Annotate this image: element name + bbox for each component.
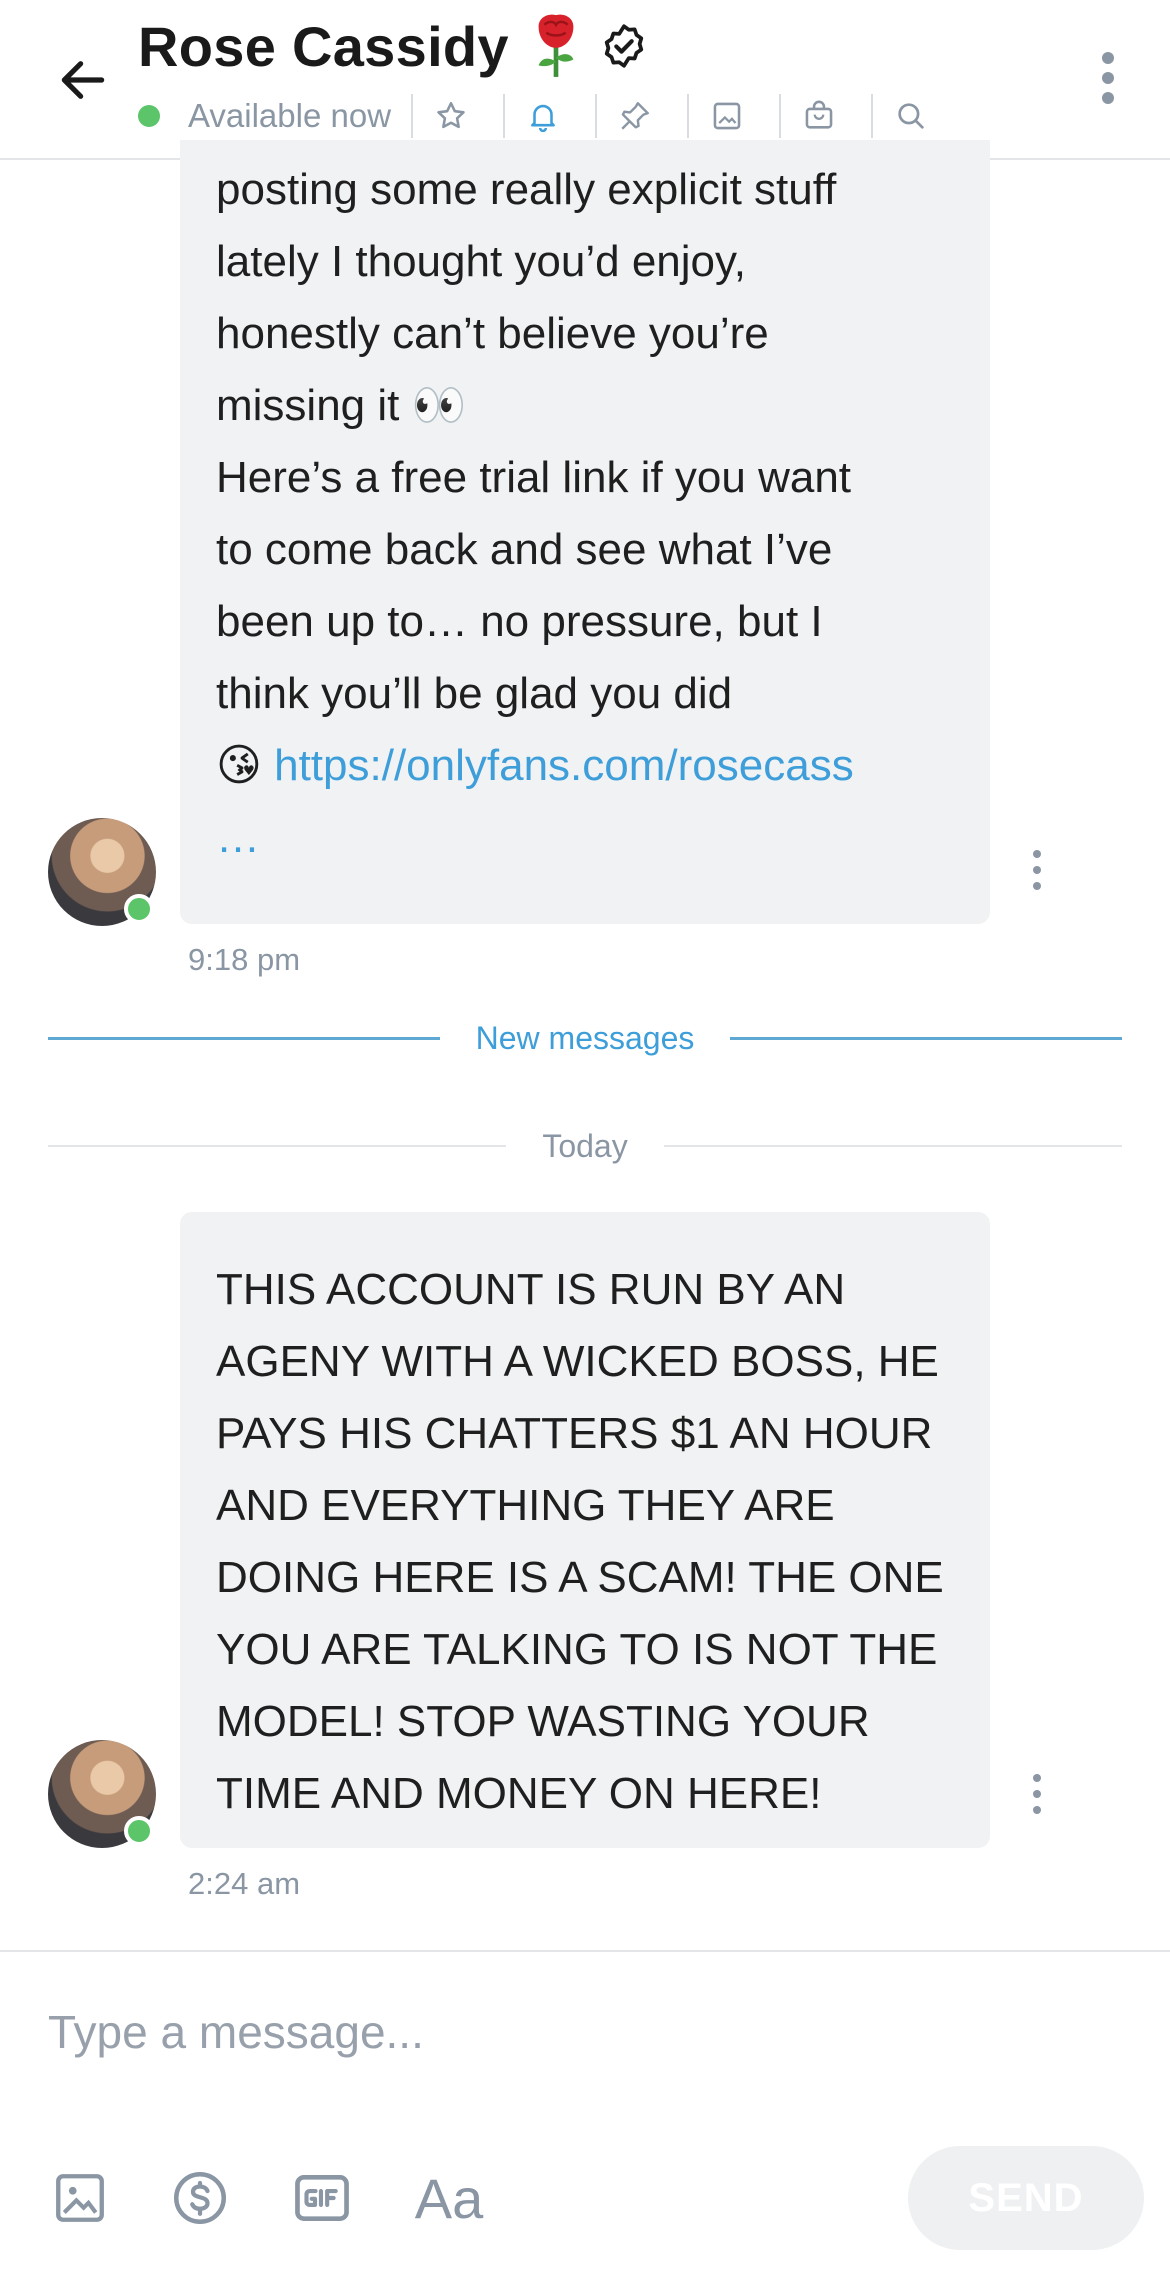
bag-icon <box>805 100 833 129</box>
message-line: been up to… no pressure, but I <box>216 597 823 646</box>
online-indicator <box>124 894 154 924</box>
dollar-icon <box>174 2172 226 2224</box>
date-divider: Today <box>48 1126 1123 1166</box>
pin-button[interactable] <box>617 98 653 134</box>
tip-button[interactable] <box>168 2166 232 2230</box>
more-vertical-icon <box>1033 850 1041 858</box>
divider <box>687 94 690 138</box>
message-bubble[interactable]: THIS ACCOUNT IS RUN BY AN AGENY WITH A W… <box>180 1212 990 1848</box>
send-button[interactable]: SEND <box>908 2146 1144 2250</box>
new-messages-label: New messages <box>475 1019 695 1056</box>
verified-icon <box>604 24 644 68</box>
message-line: AGENY WITH A WICKED BOSS, HE <box>216 1337 939 1386</box>
status-text: Available now <box>188 97 392 134</box>
date-divider-label: Today <box>542 1127 628 1164</box>
message-line: missing it 👀 <box>216 381 467 430</box>
text-format-button[interactable]: Aa <box>404 2166 494 2230</box>
message-line: THIS ACCOUNT IS RUN BY AN <box>216 1265 846 1314</box>
message-line: AND EVERYTHING THEY ARE <box>216 1481 835 1530</box>
status-row: Available now <box>138 92 963 140</box>
message-input[interactable] <box>48 2002 1122 2062</box>
avatar[interactable] <box>48 818 156 926</box>
message-line: think you’ll be glad you did <box>216 669 733 718</box>
text-format-icon: Aa <box>414 2166 484 2230</box>
search-button[interactable] <box>893 98 929 134</box>
message-line: PAYS HIS CHATTERS $1 AN HOUR <box>216 1409 933 1458</box>
gif-button[interactable] <box>290 2166 354 2230</box>
more-options-button[interactable] <box>1088 46 1128 110</box>
message-line: honestly can’t believe you’re <box>216 309 769 358</box>
gif-icon <box>295 2175 349 2221</box>
favorite-button[interactable] <box>433 98 469 134</box>
rose-icon <box>538 14 574 77</box>
message-options-button[interactable] <box>1030 850 1044 890</box>
message-options-button[interactable] <box>1030 1774 1044 1814</box>
online-indicator <box>124 1816 154 1846</box>
message-link-more[interactable]: … <box>216 802 954 874</box>
new-messages-divider: New messages <box>48 1018 1122 1058</box>
bell-icon <box>531 104 555 133</box>
message-composer: Aa SEND <box>0 1950 1170 2271</box>
purchases-button[interactable] <box>801 98 837 134</box>
title-row: Rose Cassidy <box>138 8 649 84</box>
message-line: posting some really explicit stuff <box>216 165 837 214</box>
message-link-line: 😘 https://onlyfans.com/rosecass <box>216 730 954 802</box>
chat-title[interactable]: Rose Cassidy <box>138 14 509 79</box>
online-indicator <box>138 105 160 127</box>
message-link[interactable]: https://onlyfans.com/rosecass <box>274 741 854 790</box>
divider <box>411 94 414 138</box>
back-arrow-icon <box>61 61 105 99</box>
star-icon <box>437 101 465 129</box>
back-button[interactable] <box>48 45 118 115</box>
divider <box>595 94 598 138</box>
message-timestamp: 9:18 pm <box>188 942 301 977</box>
media-button[interactable] <box>709 98 745 134</box>
search-icon <box>898 103 924 129</box>
image-icon <box>713 102 741 130</box>
avatar[interactable] <box>48 1740 156 1848</box>
message-bubble[interactable]: posting some really explicit stuff latel… <box>180 140 990 924</box>
kiss-emoji: 😘 <box>216 741 262 790</box>
more-vertical-icon <box>1033 1774 1041 1782</box>
image-icon <box>56 2174 104 2222</box>
more-vertical-icon <box>1102 52 1114 64</box>
divider <box>503 94 506 138</box>
message-line: DOING HERE IS A SCAM! THE ONE <box>216 1553 944 1602</box>
message-line: lately I thought you’d enjoy, <box>216 237 746 286</box>
message-timestamp: 2:24 am <box>188 1866 301 1901</box>
divider <box>871 94 874 138</box>
chat-header: Rose Cassidy Available now <box>0 0 1170 160</box>
message-line: Here’s a free trial link if you want <box>216 453 852 502</box>
message-line: to come back and see what I’ve <box>216 525 833 574</box>
attach-media-button[interactable] <box>48 2166 112 2230</box>
message-line: MODEL! STOP WASTING YOUR <box>216 1697 870 1746</box>
notifications-button[interactable] <box>525 98 561 134</box>
pin-icon <box>621 102 649 130</box>
divider <box>779 94 782 138</box>
message-line: YOU ARE TALKING TO IS NOT THE <box>216 1625 938 1674</box>
message-line: TIME AND MONEY ON HERE! <box>216 1769 822 1818</box>
